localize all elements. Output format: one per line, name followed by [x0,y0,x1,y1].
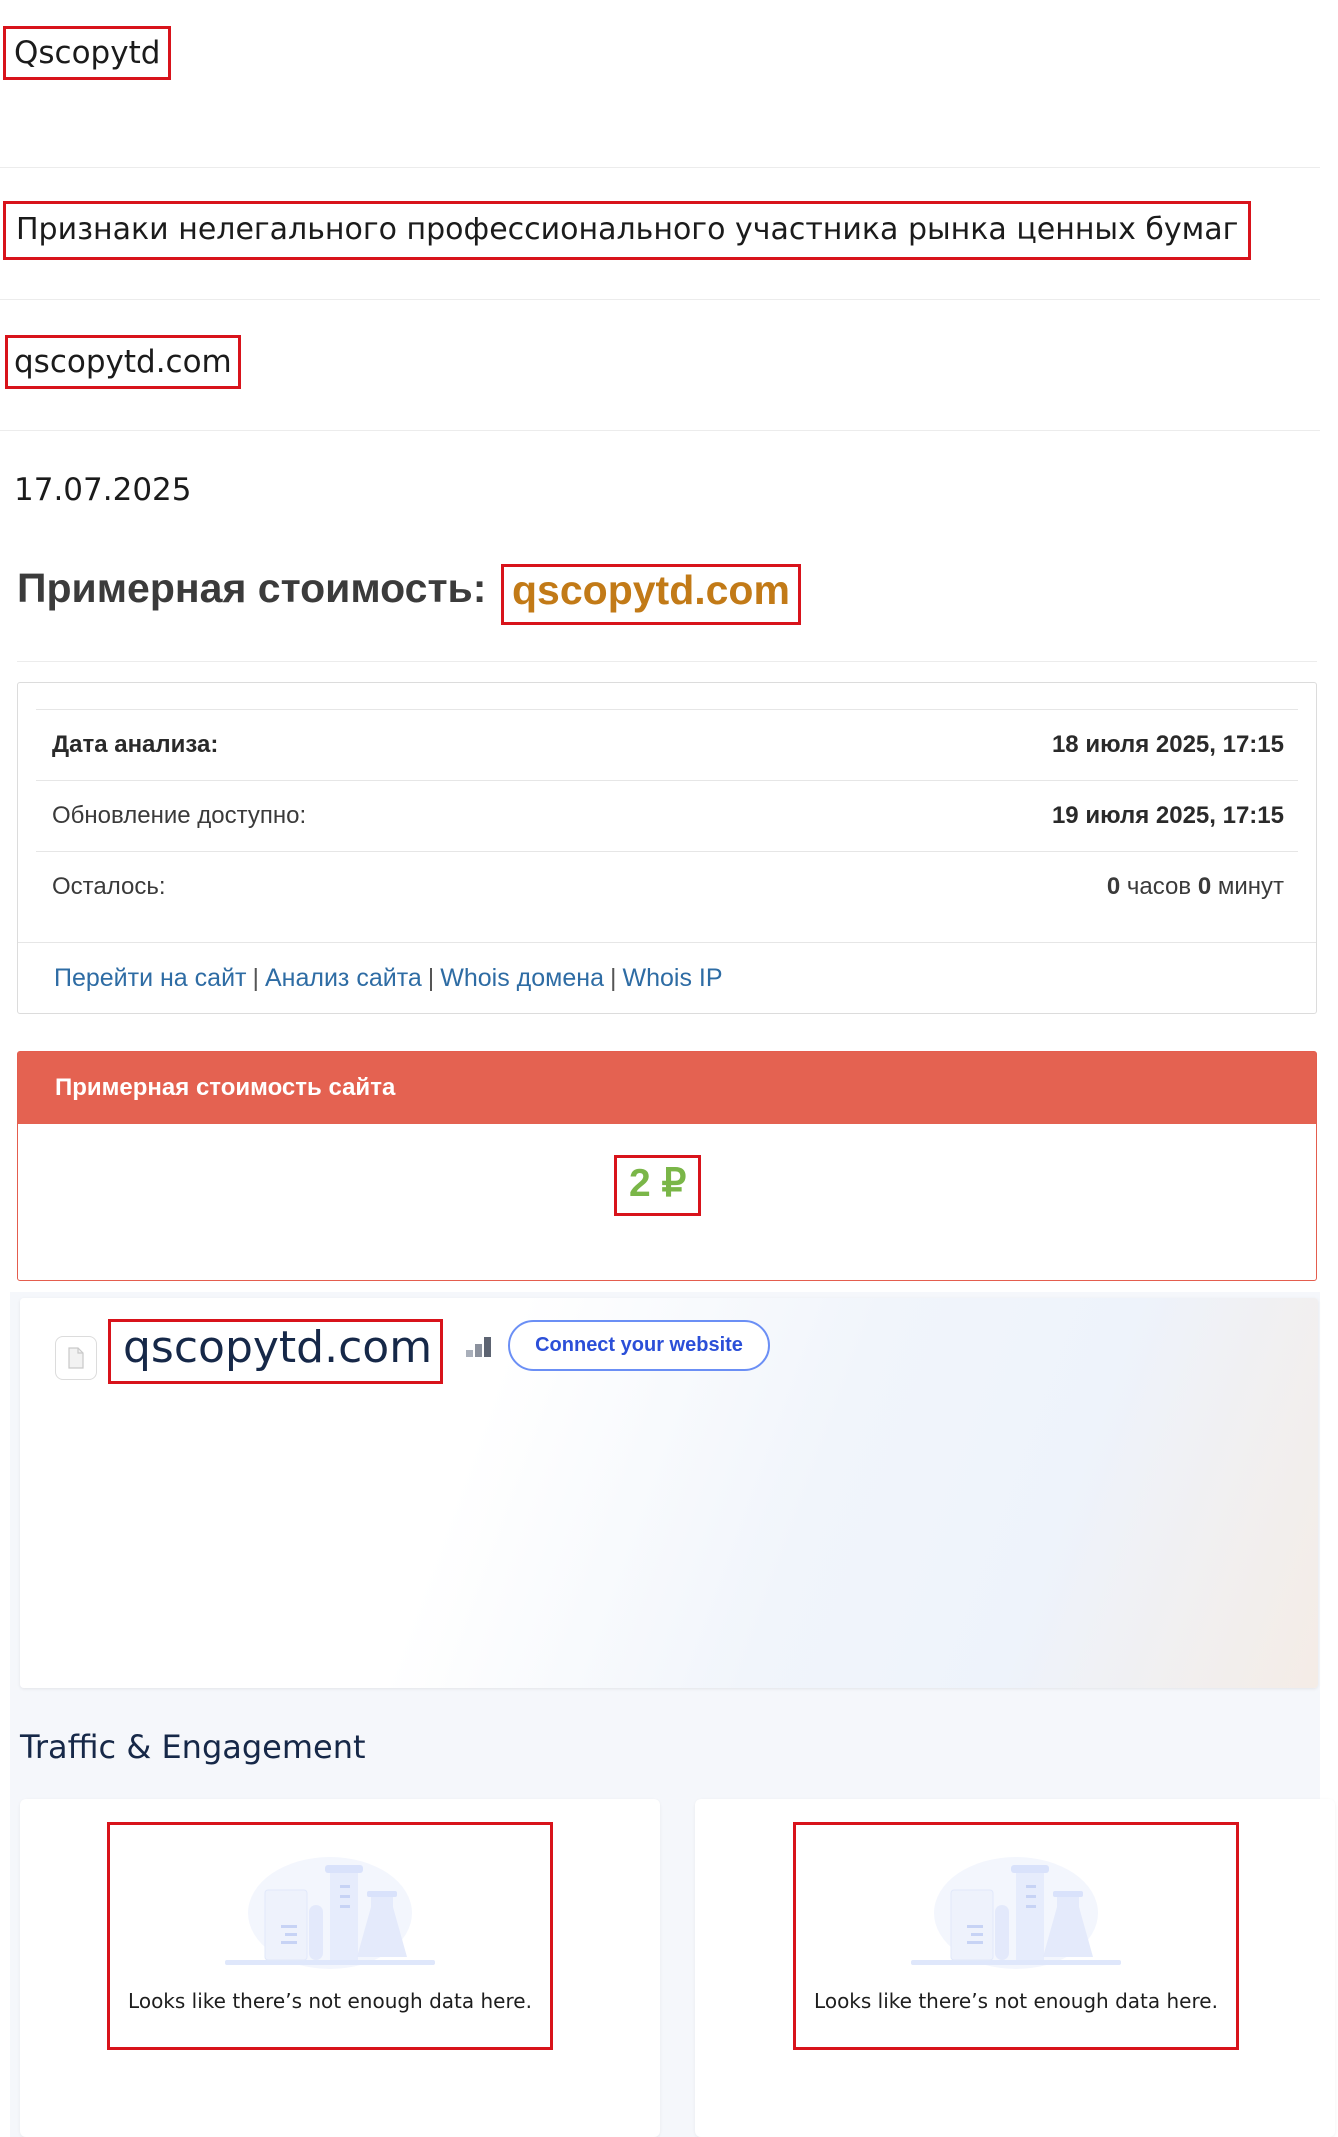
empty-data-illustration-icon [225,1857,435,1969]
whois-domain-link[interactable]: Whois домена [440,964,604,993]
hours-unit: часов [1126,873,1192,900]
update-available-row: Обновление доступно: 19 июля 2025, 17:15 [36,780,1298,851]
favicon-icon [55,1336,97,1380]
analysis-date-value: 18 июля 2025, 17:15 [1051,731,1284,758]
traffic-card-right: Looks like there’s not enough data here. [695,1799,1335,2137]
update-available-label: Обновление доступно: [52,802,307,829]
site-links: Перейти на сайт | Анализ сайта | Whois д… [18,942,1316,1013]
whois-ip-link[interactable]: Whois IP [622,964,722,993]
divider [0,167,1320,168]
go-to-site-link[interactable]: Перейти на сайт [54,964,246,993]
empty-state-message: Looks like there’s not enough data here. [814,1989,1218,2013]
connect-website-button[interactable]: Connect your website [508,1320,770,1371]
divider [17,661,1317,662]
site-cost-header: Примерная стоимость сайта [18,1052,1316,1124]
time-left-row: Осталось: 0 часов 0 минут [36,851,1298,922]
analysis-info-card: Дата анализа: 18 июля 2025, 17:15 Обновл… [17,682,1317,1014]
site-analysis-link[interactable]: Анализ сайта [265,964,422,993]
estimate-domain: qscopytd.com [501,564,801,625]
publication-date: 17.07.2025 [14,472,192,508]
website-domain-title: qscopytd.com [107,1319,444,1384]
time-left-label: Осталось: [52,873,166,900]
time-left-value: 0 часов 0 минут [1107,873,1298,901]
divider [0,299,1320,300]
divider [0,430,1320,431]
minutes-unit: минут [1217,873,1284,900]
empty-state-right: Looks like there’s not enough data here. [793,1822,1239,2050]
domain-text: qscopytd.com [5,335,241,389]
empty-state-message: Looks like there’s not enough data here. [128,1989,532,2013]
link-separator: | [252,963,259,992]
minutes-count: 0 [1197,873,1212,900]
traffic-engagement-heading: Traffic & Engagement [20,1728,366,1766]
traffic-card-left: Looks like there’s not enough data here. [20,1799,660,2137]
estimate-heading: Примерная стоимость: [17,565,487,611]
update-available-value: 19 июля 2025, 17:15 [1051,802,1284,829]
site-cost-card: Примерная стоимость сайта 2 ₽ [17,1051,1317,1281]
rank-bars-icon [466,1335,492,1357]
empty-data-illustration-icon [911,1857,1121,1969]
link-separator: | [427,963,435,992]
empty-state-left: Looks like there’s not enough data here. [107,1822,553,2050]
hours-count: 0 [1106,873,1121,900]
site-name-title: Qscopytd [2,26,172,80]
analysis-date-row: Дата анализа: 18 июля 2025, 17:15 [36,709,1298,780]
analysis-date-label: Дата анализа: [52,731,219,758]
site-cost-value: 2 ₽ [613,1155,702,1216]
warning-text: Признаки нелегального профессионального … [2,201,1252,260]
link-separator: | [609,963,617,992]
